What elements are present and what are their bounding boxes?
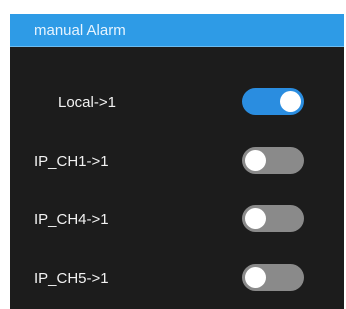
alarm-row-ip-ch1-1: IP_CH1->1 <box>10 143 344 179</box>
manual-alarm-dialog: manual Alarm Local->1 IP_CH1->1 IP_CH4->… <box>10 14 344 309</box>
alarm-label: Local->1 <box>58 94 116 111</box>
alarm-row-ip-ch4-1: IP_CH4->1 <box>10 201 344 237</box>
alarm-label: IP_CH5->1 <box>34 270 109 287</box>
alarm-toggle-ip-ch5-1[interactable] <box>242 264 304 291</box>
alarm-row-local-1: Local->1 <box>10 84 344 120</box>
alarm-row-ip-ch5-1: IP_CH5->1 <box>10 260 344 296</box>
alarm-label: IP_CH1->1 <box>34 153 109 170</box>
alarm-toggle-ip-ch1-1[interactable] <box>242 147 304 174</box>
dialog-title: manual Alarm <box>34 22 126 39</box>
toggle-knob <box>245 208 266 229</box>
alarm-label: IP_CH4->1 <box>34 211 109 228</box>
toggle-knob <box>245 267 266 288</box>
toggle-knob <box>280 91 301 112</box>
title-bar: manual Alarm <box>10 14 344 47</box>
alarm-toggle-ip-ch4-1[interactable] <box>242 205 304 232</box>
toggle-knob <box>245 150 266 171</box>
alarm-toggle-local-1[interactable] <box>242 88 304 115</box>
